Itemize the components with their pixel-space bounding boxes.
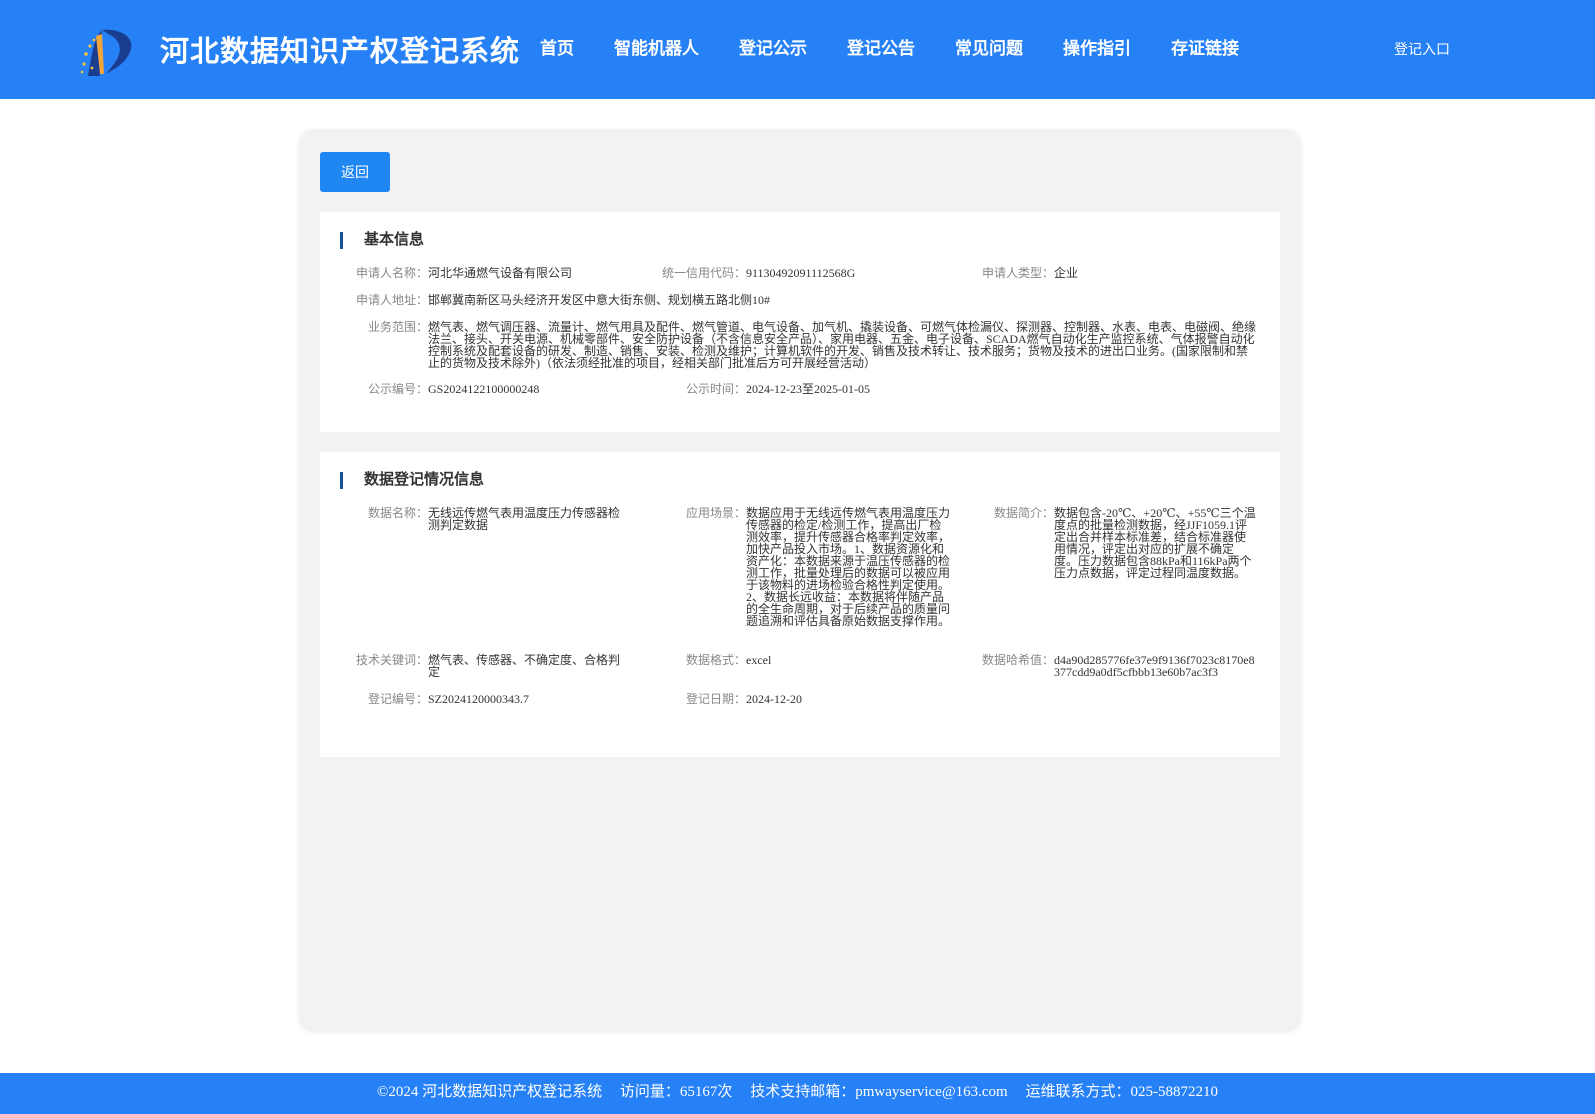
nav-reg-announcement[interactable]: 登记公告: [847, 34, 915, 59]
nav-faq[interactable]: 常见问题: [955, 34, 1023, 59]
detail-card: 返回 基本信息 申请人名称： 河北华通燃气设备有限公司 统一信用代码： 9113…: [300, 131, 1300, 1031]
footer-email: 技术支持邮箱：pmwayservice@163.com: [750, 1084, 1008, 1100]
field-value: 91130492091112568G: [746, 266, 856, 280]
field-value: excel: [746, 653, 772, 667]
field-label: 统一信用代码：: [661, 266, 746, 280]
nav-reg-publicity[interactable]: 登记公示: [739, 34, 807, 59]
field-publicity-no: 公示编号： GS2024122100000248: [330, 383, 628, 395]
field-label: 数据哈希值：: [981, 653, 1054, 667]
field-data-name: 数据名称： 无线远传燃气表用温度压力传感器检测判定数据: [330, 507, 624, 531]
field-label: 申请人名称：: [355, 266, 428, 280]
field-value: 数据包含-20℃、+20℃、+55℃三个温度点的批量检测数据，经JJF1059.…: [1054, 506, 1256, 580]
field-value: 燃气表、传感器、不确定度、合格判定: [428, 653, 621, 679]
section-title-data: 数据登记情况信息: [340, 469, 484, 489]
top-header: 河北数据知识产权登记系统 首页 智能机器人 登记公示 登记公告 常见问题 操作指…: [0, 0, 1595, 99]
field-value: GS2024122100000248: [428, 382, 540, 396]
nav-guide[interactable]: 操作指引: [1063, 34, 1131, 59]
field-keywords: 技术关键词： 燃气表、传感器、不确定度、合格判定: [330, 654, 624, 678]
field-value: 数据应用于无线远传燃气表用温度压力传感器的检定/检测工作，提高出厂检测效率，提升…: [746, 506, 951, 628]
field-value: 无线远传燃气表用温度压力传感器检测判定数据: [428, 506, 621, 532]
nav-robot[interactable]: 智能机器人: [614, 34, 699, 59]
field-label: 数据简介：: [993, 506, 1054, 520]
field-value: SZ2024120000343.7: [428, 692, 530, 706]
field-label: 数据名称：: [367, 506, 428, 520]
logo-icon: [78, 24, 138, 80]
section-marker: [340, 232, 343, 249]
field-value: d4a90d285776fe37e9f9136f7023c8170e8377cd…: [1054, 653, 1255, 679]
field-label: 应用场景：: [685, 506, 746, 520]
field-credit-code: 统一信用代码： 91130492091112568G: [640, 267, 946, 279]
field-data-hash: 数据哈希值： d4a90d285776fe37e9f9136f7023c8170…: [950, 654, 1258, 678]
field-business-scope: 业务范围： 燃气表、燃气调压器、流量计、燃气用具及配件、燃气管道、电气设备、加气…: [330, 321, 1258, 369]
field-data-intro: 数据简介： 数据包含-20℃、+20℃、+55℃三个温度点的批量检测数据，经JJ…: [972, 507, 1256, 579]
field-address: 申请人地址： 邯郸冀南新区马头经济开发区中意大街东侧、规划横五路北侧10#: [330, 294, 1258, 306]
field-label: 公示时间：: [685, 382, 746, 396]
field-label: 登记日期：: [685, 692, 746, 706]
field-data-format: 数据格式： excel: [664, 654, 950, 666]
field-applicant-name: 申请人名称： 河北华通燃气设备有限公司: [330, 267, 628, 279]
field-value: 2024-12-20: [746, 692, 802, 706]
footer: ©2024 河北数据知识产权登记系统 访问量：65167次 技术支持邮箱：pmw…: [0, 1073, 1595, 1114]
field-label: 技术关键词：: [355, 653, 428, 667]
section-title-basic: 基本信息: [340, 229, 424, 249]
section-title-text: 数据登记情况信息: [364, 470, 485, 488]
section-marker: [340, 472, 343, 489]
back-button[interactable]: 返回: [320, 152, 390, 192]
data-registration-panel: 数据登记情况信息 数据名称： 无线远传燃气表用温度压力传感器检测判定数据 应用场…: [320, 452, 1280, 757]
field-label: 业务范围：: [367, 320, 428, 334]
field-label: 申请人类型：: [981, 266, 1054, 280]
nav-home[interactable]: 首页: [540, 34, 574, 59]
field-application-scene: 应用场景： 数据应用于无线远传燃气表用温度压力传感器的检定/检测工作，提高出厂检…: [664, 507, 950, 627]
field-label: 登记编号：: [367, 692, 428, 706]
section-title-text: 基本信息: [364, 230, 425, 248]
field-label: 公示编号：: [367, 382, 428, 396]
field-reg-date: 登记日期： 2024-12-20: [664, 693, 950, 705]
field-value: 企业: [1054, 266, 1079, 280]
field-value: 2024-12-23至2025-01-05: [746, 382, 870, 396]
footer-phone: 运维联系方式：025-58872210: [1025, 1084, 1218, 1100]
login-link[interactable]: 登记入口: [1394, 39, 1450, 59]
field-value: 邯郸冀南新区马头经济开发区中意大街东侧、规划横五路北侧10#: [428, 293, 771, 307]
nav-evidence-link[interactable]: 存证链接: [1171, 34, 1239, 59]
field-label: 数据格式：: [685, 653, 746, 667]
site-title: 河北数据知识产权登记系统: [160, 34, 521, 68]
field-publicity-time: 公示时间： 2024-12-23至2025-01-05: [664, 383, 996, 395]
basic-info-panel: 基本信息 申请人名称： 河北华通燃气设备有限公司 统一信用代码： 9113049…: [320, 212, 1280, 432]
field-label: 申请人地址：: [355, 293, 428, 307]
field-reg-no: 登记编号： SZ2024120000343.7: [330, 693, 624, 705]
footer-visits: 访问量：65167次: [619, 1084, 733, 1100]
field-applicant-type: 申请人类型： 企业: [950, 267, 1254, 279]
field-value: 燃气表、燃气调压器、流量计、燃气用具及配件、燃气管道、电气设备、加气机、撬装设备…: [428, 320, 1257, 370]
footer-text: ©2024 河北数据知识产权登记系统 访问量：65167次 技术支持邮箱：pmw…: [0, 1073, 1595, 1111]
footer-copyright: ©2024 河北数据知识产权登记系统: [377, 1084, 603, 1100]
field-value: 河北华通燃气设备有限公司: [428, 266, 573, 280]
